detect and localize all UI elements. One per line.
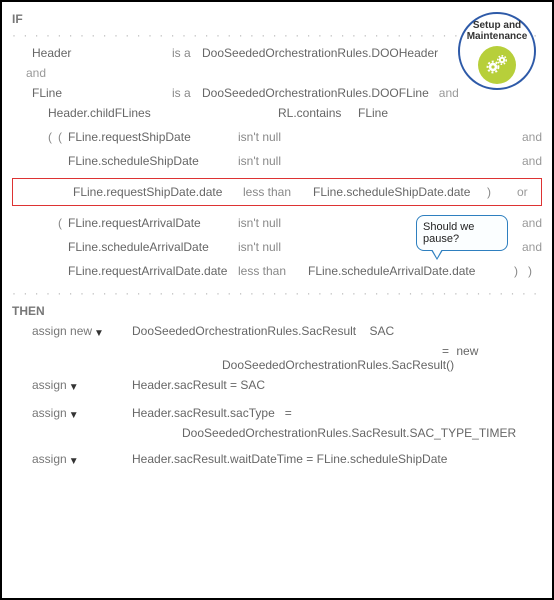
cond-lhs: FLine.scheduleArrivalDate [68,240,238,254]
condition-row: Header.childFLines RL.contains FLine [12,106,542,120]
and-connector: and [522,216,542,230]
assign-row: assign▼ Header.sacResult.waitDateTime = … [12,452,542,466]
cond-op: RL.contains [278,106,358,120]
cond-lhs: FLine.scheduleShipDate [68,154,238,168]
rule-editor-panel: Setup and Maintenance Should we pause? I… [0,0,554,600]
cond-op: less than [243,185,313,199]
paren-open: ( [48,130,58,144]
cond-op: isn't null [238,240,308,254]
or-connector: or [517,185,537,199]
cond-lhs: FLine.requestShipDate [68,130,238,144]
assign-lhs: Header.sacResult.sacType [132,406,275,420]
cond-lhs: FLine.requestShipDate.date [73,185,243,199]
cond-lhs: FLine [32,86,172,100]
assign-var: SAC [369,324,394,338]
then-block: assign new▼ DooSeededOrchestrationRules.… [12,324,542,466]
and-connector: and [522,130,542,144]
assign-row: assign new▼ DooSeededOrchestrationRules.… [12,324,542,338]
and-connector: and [522,154,542,168]
assign-keyword: assign [32,378,67,392]
dropdown-icon[interactable]: ▼ [69,410,79,421]
cond-op: isn't null [238,154,308,168]
assign-expr: Header.sacResult = SAC [132,378,542,392]
assign-type: DooSeededOrchestrationRules.SacResult [132,324,356,338]
cond-rhs: FLine.scheduleShipDate.date [313,185,487,199]
setup-maintenance-badge: Setup and Maintenance [458,12,536,90]
paren-close: ) [528,264,542,278]
assign-keyword: assign new [32,324,92,338]
badge-label-line2: Maintenance [460,31,534,42]
cond-keyword: is a [172,46,202,60]
assign-expr: Header.sacResult.waitDateTime = FLine.sc… [132,452,542,466]
badge-label-line1: Setup and [460,20,534,31]
cond-op: less than [238,264,308,278]
condition-row: FLine.requestShipDate.date less than FLi… [17,185,537,199]
assign-row: assign▼ Header.sacResult.sacType = [12,406,542,420]
cond-keyword: is a [172,86,202,100]
paren-open: ( [58,130,68,144]
cond-rhs: FLine.scheduleArrivalDate.date [308,264,514,278]
condition-row: FLine.requestArrivalDate.date less than … [12,264,542,278]
paren-close: ) [487,185,517,199]
cond-lhs: FLine.requestArrivalDate.date [68,264,238,278]
and-connector: and [522,240,542,254]
cond-op: isn't null [238,216,308,230]
assign-keyword: assign [32,406,67,420]
cond-lhs: Header.childFLines [48,106,278,120]
dropdown-icon[interactable]: ▼ [69,382,79,393]
dropdown-icon[interactable]: ▼ [94,328,104,339]
paren-close: ) [514,264,528,278]
cond-lhs: FLine.requestArrivalDate [68,216,238,230]
gears-icon [478,46,516,84]
paren-open: ( [58,216,68,230]
dotted-divider: · · · · · · · · · · · · · · · · · · · · … [12,288,542,298]
assign-rhs: = new DooSeededOrchestrationRules.SacRes… [222,344,542,372]
comment-callout: Should we pause? [416,215,508,251]
assign-keyword: assign [32,452,67,466]
condition-row: ( ( FLine.requestShipDate isn't null and [12,130,542,144]
dropdown-icon[interactable]: ▼ [69,456,79,467]
condition-row: FLine.scheduleShipDate isn't null and [12,154,542,168]
cond-op: isn't null [238,130,308,144]
condition-row: FLine is a DooSeededOrchestrationRules.D… [12,86,542,100]
cond-lhs: Header [32,46,172,60]
then-label: THEN [12,304,542,318]
assign-rhs: DooSeededOrchestrationRules.SacResult.SA… [182,426,542,440]
callout-text: Should we pause? [423,221,474,245]
assign-row: assign▼ Header.sacResult = SAC [12,378,542,392]
highlighted-condition: FLine.requestShipDate.date less than FLi… [12,178,542,206]
cond-rhs: FLine [358,106,388,120]
